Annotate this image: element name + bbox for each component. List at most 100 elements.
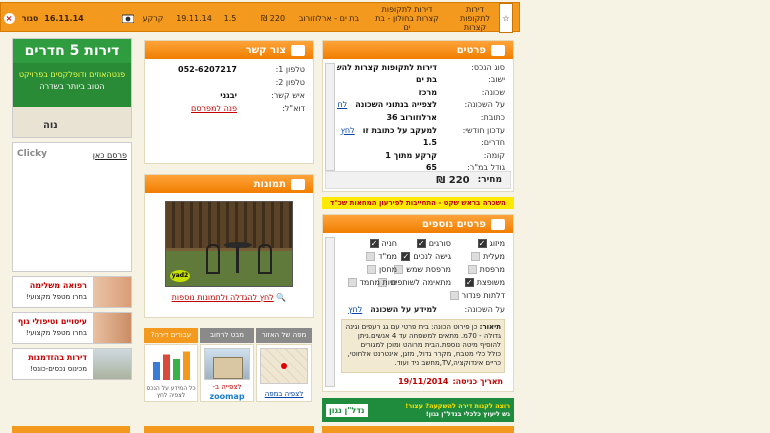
summary-date: 19.11.14	[176, 13, 212, 23]
ad-top-brand: נוה	[43, 120, 58, 131]
person-row: איש קשר: יבגני	[220, 89, 305, 101]
mini-bar	[183, 351, 190, 380]
street-view-link[interactable]: לצפייה ב-	[201, 383, 253, 391]
ad-clicky[interactable]: Clicky פרסם כאן	[12, 142, 132, 272]
stats-card[interactable]: כל המידע על הנכס לצפיה לחץ	[144, 344, 198, 402]
detail-label: קומה:	[483, 150, 505, 160]
photos-header: תמונות	[145, 175, 313, 193]
checked-icon: ✓	[401, 252, 411, 261]
entry-date: תאריך כניסה: 19/11/2014	[398, 377, 503, 386]
tab-map[interactable]: מפה של האזור	[256, 328, 312, 343]
extra-feature: גישה לנכים ✓	[401, 252, 451, 261]
detail-value: 65	[425, 163, 437, 171]
details-scrollbar[interactable]	[325, 63, 335, 171]
tab-street-view[interactable]: מבט לרחוב	[200, 328, 254, 343]
extra-feature: מרפסת שמש	[394, 265, 451, 274]
ad2-title: עיסויים וטיפולי גוף	[17, 317, 87, 326]
checked-icon: ✓	[369, 239, 379, 248]
broker-banner-ad[interactable]: רוצה לקנות דירה להשקעה? עצור! גש ליעוץ כ…	[322, 398, 514, 422]
detail-link[interactable]: לחץ	[337, 100, 347, 109]
description-title: תיאור:	[479, 323, 501, 331]
extra-feature-label: חיות מחמד	[359, 278, 397, 287]
summary-floor: קרקע	[142, 13, 164, 23]
bottom-edge-right	[322, 426, 514, 433]
summary-price: 220 ₪	[260, 13, 286, 23]
ad1-image	[93, 277, 131, 307]
ad3-subtitle: מכינוס נכסים-כונס!	[29, 365, 87, 373]
extras-title: פרטים נוספים	[421, 218, 486, 230]
checked-icon: ✓	[416, 239, 426, 248]
ad1-title: רפואה משלימה	[29, 281, 87, 290]
tab-rent[interactable]: עבורים דירה?	[144, 328, 198, 343]
price-label: מחיר:	[477, 175, 502, 185]
extras-scrollbar[interactable]	[325, 237, 335, 387]
camera-icon	[121, 3, 135, 33]
detail-label: על השכונה:	[464, 100, 505, 110]
ad-body-massage[interactable]: עיסויים וטיפולי גוף בחרו מטפל מקצועי!	[12, 312, 132, 344]
advertise-here-link[interactable]: פרסם כאן	[93, 151, 127, 160]
banner-line2: גש ליעוץ כלכלי בנדל"ן נגון!	[425, 410, 510, 418]
ad2-image	[93, 313, 131, 343]
ad1-subtitle: בחרו מטפל מקצועי!	[25, 293, 87, 301]
detail-value: ארלוזורוב 36	[386, 112, 437, 122]
price-row: מחיר: 220 ₪	[325, 171, 511, 189]
details-rows: סוג הנכס: דירות לתקופות קצרות להשכרה ישוב:…	[337, 61, 513, 172]
phone1-label: טלפון 1:	[275, 64, 305, 74]
extras-neighborhood-label: על השכונה:	[464, 304, 505, 314]
broker-notice[interactable]: השכרה בראש שקט - התחייבות לפירעון המחאות…	[322, 197, 514, 209]
contact-advertiser-link[interactable]: פנה למפרסם	[191, 104, 237, 113]
ad-bargain-apartments[interactable]: דירות בהזדמנות מכינוס נכסים-כונס!	[12, 348, 132, 380]
close-label[interactable]: סגור	[19, 3, 41, 33]
enlarge-photos-link[interactable]: לחץ להגדלה ולתמונות נוספות	[172, 293, 274, 302]
stats-link[interactable]: כל המידע על הנכס לצפיה לחץ	[145, 385, 197, 399]
close-icon[interactable]: ×	[3, 12, 15, 24]
contact-header: צור קשר	[145, 41, 313, 59]
ad-top-line3: הטוב ביותר בשדרה	[39, 82, 105, 91]
detail-value: 1.5	[422, 138, 437, 148]
zoomap-logo: zoomap	[209, 392, 245, 401]
detail-label: כתובת:	[480, 112, 505, 122]
bottom-edge-mid	[144, 426, 314, 433]
mini-bar	[153, 362, 160, 380]
details-title: פרטים	[456, 44, 486, 56]
detail-link[interactable]: לחץ	[341, 126, 355, 135]
extra-feature: מרפסת	[467, 265, 505, 274]
extra-feature-label: מעלית	[482, 252, 505, 261]
person-label: איש קשר:	[271, 90, 305, 100]
detail-row: על השכונה: לצפייה בנתוני השכונה לחץ	[337, 99, 505, 111]
detail-row: סוג הנכס: דירות לתקופות קצרות להשכרה	[337, 61, 505, 73]
enlarge-row[interactable]: 🔍 לחץ להגדלה ולתמונות נוספות	[145, 293, 313, 302]
extra-feature-label: חניה	[381, 239, 397, 248]
contact-title: צור קשר	[245, 44, 286, 56]
listing-photo[interactable]: yad2	[165, 201, 293, 287]
details-panel: פרטים סוג הנכס: דירות לתקופות קצרות להשכר…	[322, 40, 514, 192]
ad-top-line1: דירות 5 חדרים	[13, 39, 131, 63]
detail-value: דירות לתקופות קצרות להשכרה	[337, 62, 437, 72]
extra-feature-label: ממ"ד	[378, 252, 397, 261]
extra-feature: מחסן	[366, 265, 397, 274]
bottom-edge-left	[12, 426, 130, 433]
extras-neighborhood-link[interactable]: לחץ	[348, 305, 362, 314]
document-icon	[491, 44, 505, 56]
email-label: דוא"ל:	[282, 103, 305, 113]
detail-value: קרקע מתוך 1	[385, 150, 437, 160]
favorite-star-icon[interactable]: ☆	[499, 3, 513, 33]
description-box: תיאור: כן פירוט הכונה: בית פרטי עם גג רע…	[341, 319, 505, 373]
street-card[interactable]: לצפייה ב- zoomap	[200, 344, 254, 402]
detail-row: עדכון חודשי: למעקב על כתובת זו לחץ	[341, 124, 505, 136]
map-card[interactable]: לצפיה במפה	[256, 344, 312, 402]
extras-header: פרטים נוספים	[323, 215, 513, 233]
ad-apartments-5-rooms[interactable]: דירות 5 חדרים פנטהאוזים ודופלקסים בפרויק…	[12, 38, 132, 138]
phone1-value[interactable]: 052-6207217	[178, 65, 237, 74]
contact-panel: צור קשר טלפון 1: 052-6207217 טלפון 2: איש…	[144, 40, 314, 164]
listing-summary-strip[interactable]: ☆ דירות לתקופות קצרות דירות לתקופות קצרות ב…	[0, 2, 520, 33]
detail-label: ישוב:	[488, 75, 505, 85]
ad-complementary-medicine[interactable]: רפואה משלימה בחרו מטפל מקצועי!	[12, 276, 132, 308]
close-button[interactable]: ×	[2, 3, 16, 33]
extra-feature: מיזוג ✓	[477, 239, 505, 248]
view-map-link[interactable]: לצפיה במפה	[257, 390, 311, 398]
summary-rooms: 1.5	[223, 13, 237, 23]
clicky-logo: Clicky	[17, 149, 47, 159]
price-value: 220 ₪	[436, 174, 470, 186]
phone2-label: טלפון 2:	[275, 77, 305, 87]
